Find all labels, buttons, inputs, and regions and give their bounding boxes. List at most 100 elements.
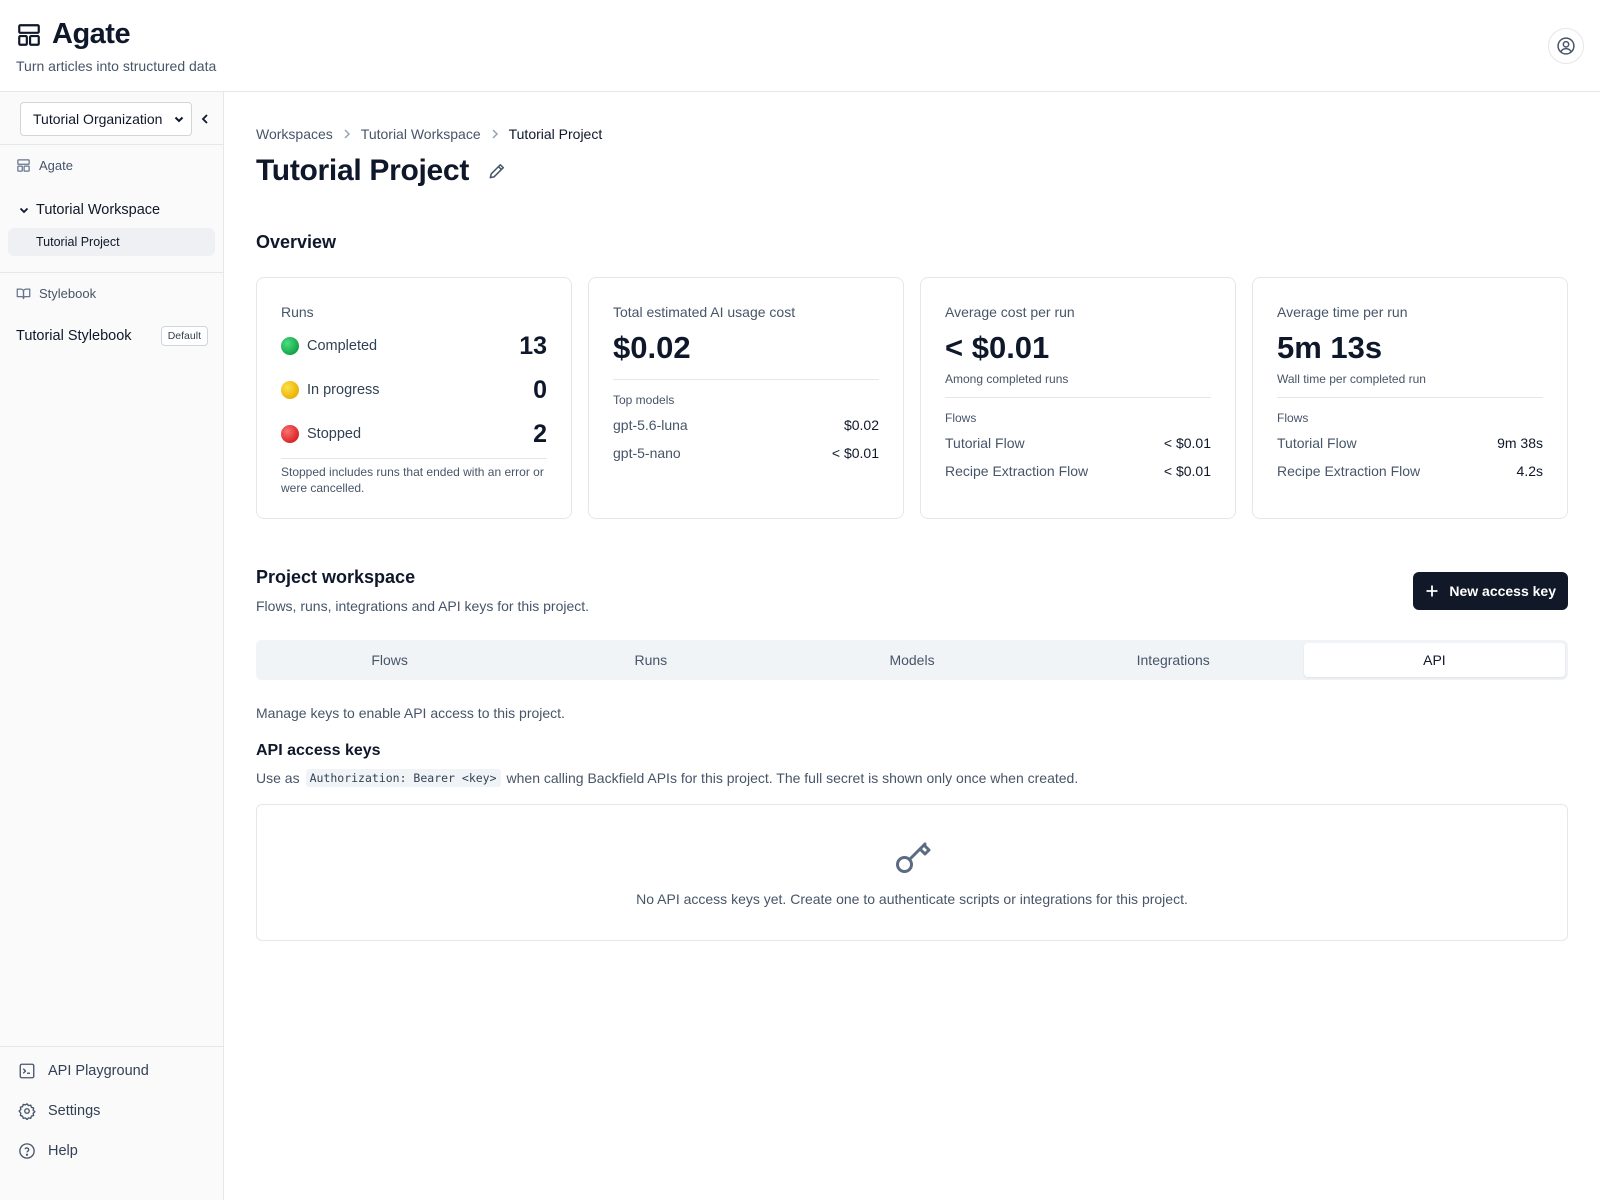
flows-label: Flows — [945, 411, 977, 425]
flow-name: Tutorial Flow — [945, 435, 1025, 451]
run-count: 13 — [519, 331, 547, 360]
flow-row: Tutorial Flow 9m 38s — [1277, 429, 1543, 457]
tab-integrations[interactable]: Integrations — [1043, 643, 1304, 677]
sidebar-workspace-label: Tutorial Workspace — [36, 202, 161, 218]
flow-value: < $0.01 — [1163, 435, 1211, 451]
runs-card: Runs Completed 13 In progress 0 Stopped … — [256, 277, 572, 519]
run-status-row: Stopped 2 — [281, 412, 547, 456]
layout-dashboard-icon — [17, 159, 30, 172]
run-count: 0 — [533, 375, 547, 404]
card-divider — [613, 379, 879, 380]
flow-row: Recipe Extraction Flow < $0.01 — [945, 457, 1211, 485]
sidebar-divider — [0, 272, 223, 273]
breadcrumb-current: Tutorial Project — [508, 126, 603, 142]
pencil-icon[interactable] — [487, 161, 507, 181]
breadcrumb: Workspaces Tutorial Workspace Tutorial P… — [256, 126, 602, 142]
sidebar-section-label: Agate — [39, 158, 73, 173]
card-divider — [1277, 397, 1543, 398]
gear-icon — [18, 1103, 36, 1120]
terminal-icon — [19, 1063, 35, 1079]
sidebar-item-workspace[interactable]: Tutorial Workspace — [18, 202, 160, 218]
api-keys-title: API access keys — [256, 742, 381, 759]
collapse-sidebar-button[interactable] — [198, 109, 212, 129]
model-name: gpt-5-nano — [613, 445, 681, 461]
organization-select-value: Tutorial Organization — [33, 111, 163, 127]
run-status-label: Stopped — [307, 426, 362, 442]
plus-icon — [1426, 585, 1438, 597]
api-playground-label: API Playground — [48, 1063, 149, 1079]
sidebar-item-settings[interactable]: Settings — [18, 1102, 100, 1120]
run-status-label: In progress — [307, 382, 380, 398]
app-name: Agate — [52, 18, 131, 50]
run-count: 2 — [533, 419, 547, 448]
sidebar-section-stylebook[interactable]: Stylebook — [16, 286, 96, 301]
sidebar-section-label: Stylebook — [39, 286, 97, 301]
total-cost-card: Total estimated AI usage cost $0.02 Top … — [588, 277, 904, 519]
api-keys-empty-state: No API access keys yet. Create one to au… — [256, 804, 1568, 941]
model-cost: $0.02 — [843, 417, 879, 433]
empty-state-text: No API access keys yet. Create one to au… — [636, 891, 1188, 907]
api-description: Manage keys to enable API access to this… — [256, 705, 565, 721]
sidebar: Tutorial Organization Agate Tutorial Wor… — [0, 92, 224, 1200]
main-content: Workspaces Tutorial Workspace Tutorial P… — [256, 92, 1568, 1200]
flow-row: Recipe Extraction Flow 4.2s — [1277, 457, 1543, 485]
new-access-key-label: New access key — [1449, 583, 1556, 599]
card-label: Average cost per run — [945, 304, 1075, 320]
user-menu-button[interactable] — [1548, 28, 1584, 64]
api-usage-text: Use as Authorization: Bearer <key> when … — [256, 769, 1078, 787]
flow-value: 4.2s — [1516, 463, 1543, 479]
card-label: Average time per run — [1277, 304, 1408, 320]
page-title: Tutorial Project — [256, 154, 470, 187]
project-workspace-subtitle: Flows, runs, integrations and API keys f… — [256, 598, 590, 614]
new-access-key-button[interactable]: New access key — [1413, 572, 1568, 610]
app-tagline: Turn articles into structured data — [16, 58, 217, 74]
average-cost-sub: Among completed runs — [945, 372, 1069, 386]
run-status-row: In progress 0 — [281, 368, 547, 412]
total-cost-value: $0.02 — [613, 330, 691, 365]
sidebar-item-api-playground[interactable]: API Playground — [18, 1062, 149, 1080]
tab-models[interactable]: Models — [781, 643, 1042, 677]
flow-value: 9m 38s — [1497, 435, 1543, 451]
model-name: gpt-5.6-luna — [613, 417, 688, 433]
sidebar-item-help[interactable]: Help — [18, 1142, 78, 1160]
workspace-tabs: Flows Runs Models Integrations API — [256, 640, 1568, 680]
chevron-down-icon — [19, 207, 29, 214]
app-header: Agate Turn articles into structured data — [0, 0, 1600, 92]
settings-label: Settings — [48, 1103, 101, 1119]
sidebar-project-label: Tutorial Project — [36, 235, 120, 249]
api-usage-code: Authorization: Bearer <key> — [305, 769, 501, 787]
average-time-card: Average time per run 5m 13s Wall time pe… — [1252, 277, 1568, 519]
sidebar-divider — [0, 1046, 223, 1047]
card-label: Total estimated AI usage cost — [613, 304, 796, 320]
model-row: gpt-5-nano < $0.01 — [613, 439, 879, 467]
sidebar-item-stylebook[interactable]: Tutorial Stylebook Default — [16, 326, 208, 346]
overview-title: Overview — [256, 232, 337, 252]
breadcrumb-item[interactable]: Tutorial Workspace — [361, 126, 481, 142]
stylebook-label: Tutorial Stylebook — [16, 328, 132, 344]
chevron-down-icon — [174, 116, 184, 123]
flow-name: Recipe Extraction Flow — [945, 463, 1089, 479]
breadcrumb-item[interactable]: Workspaces — [256, 126, 333, 142]
sidebar-divider — [0, 144, 223, 145]
average-time-sub: Wall time per completed run — [1277, 372, 1426, 386]
sidebar-section-agate[interactable]: Agate — [16, 158, 73, 173]
key-icon — [896, 842, 931, 873]
card-divider — [281, 458, 547, 459]
tab-flows[interactable]: Flows — [259, 643, 520, 677]
project-workspace-title: Project workspace — [256, 567, 416, 587]
tab-api[interactable]: API — [1303, 643, 1566, 677]
runs-footnote: Stopped includes runs that ended with an… — [281, 465, 544, 495]
card-divider — [945, 397, 1211, 398]
model-row: gpt-5.6-luna $0.02 — [613, 411, 879, 439]
default-badge: Default — [160, 326, 208, 346]
help-label: Help — [48, 1143, 78, 1159]
chevron-right-icon — [492, 129, 498, 139]
book-open-icon — [16, 288, 31, 300]
brand[interactable]: Agate — [16, 18, 131, 51]
tab-runs[interactable]: Runs — [520, 643, 781, 677]
organization-select[interactable]: Tutorial Organization — [20, 102, 192, 136]
sidebar-item-project[interactable]: Tutorial Project — [8, 228, 215, 256]
chevron-right-icon — [344, 129, 350, 139]
card-label: Runs — [281, 304, 314, 320]
chevron-left-icon — [201, 114, 208, 124]
